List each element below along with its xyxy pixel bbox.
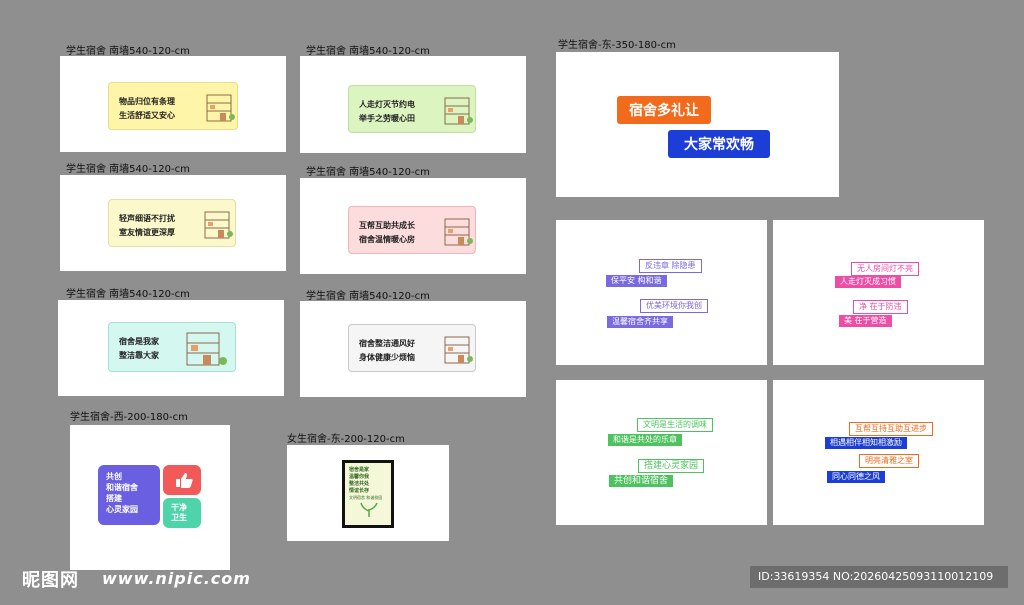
caption-girls-east: 女生宿舍-东-200-120-cm	[287, 434, 405, 445]
building-illustration-icon	[444, 336, 473, 364]
caption-south-wall-5: 学生宿舍 南墙540-120-cm	[66, 289, 190, 300]
poster-line: 整洁共处	[349, 481, 370, 487]
design-card-slogans-4[interactable]: 互帮互持互助互进步 相遇相伴相知相激励 明亮清雅之室 同心同德之风	[773, 380, 984, 525]
poster-line: 宿舍是家	[349, 467, 370, 473]
slogan-tag: 相遇相伴相知相激励	[825, 437, 907, 449]
slogan-tag: 共创和谐宿舍	[609, 475, 674, 487]
site-logo: 昵图网	[22, 570, 79, 591]
poster-line: 情谊长存	[349, 488, 370, 494]
slogan-bubble-1: 宿舍多礼让	[617, 96, 711, 124]
design-card-slogans-1[interactable]: 反违章 除隐患 保平安 构和谐 优美环境你我创 温馨宿舍齐共享	[556, 220, 767, 365]
sign-line-2: 身体健康少烦恼	[359, 353, 415, 362]
design-card-2[interactable]: 人走灯灭节约电 举手之劳暖心田	[300, 56, 526, 153]
slogan-tag: 明亮清雅之室	[859, 454, 919, 468]
slogan-tag: 净 在于防违	[853, 300, 908, 314]
caption-west-wall: 学生宿舍-西-200-180-cm	[70, 412, 188, 423]
slogan-tag: 无人房间灯不亮	[851, 262, 919, 276]
caption-south-wall-2: 学生宿舍 南墙540-120-cm	[306, 46, 430, 57]
slogan-tag: 人走灯灭成习惯	[835, 276, 901, 288]
design-card-1[interactable]: 物品归位有条理 生活舒适又安心	[60, 56, 286, 152]
sign-panel: 物品归位有条理 生活舒适又安心	[108, 82, 238, 130]
sign-line-1: 互帮互助共成长	[359, 221, 415, 230]
slogan-bubble-2: 大家常欢畅	[668, 130, 770, 158]
slogan-tag: 文明是生活的调味	[637, 418, 713, 432]
west-like-panel	[163, 465, 201, 495]
caption-south-wall-1: 学生宿舍 南墙540-120-cm	[66, 46, 190, 57]
sign-panel: 互帮互助共成长 宿舍温情暖心房	[348, 206, 476, 254]
slogan-tag: 保平安 构和谐	[606, 275, 667, 287]
building-illustration-icon	[444, 218, 473, 246]
slogan-tag: 互帮互持互助互进步	[849, 422, 933, 436]
poster-frame: 宿舍是家 温馨你我 整洁共处 情谊长存 文明宿舍 和谐校园	[342, 460, 394, 528]
sign-line-2: 举手之劳暖心田	[359, 114, 415, 123]
design-card-girls[interactable]: 宿舍是家 温馨你我 整洁共处 情谊长存 文明宿舍 和谐校园	[287, 445, 449, 541]
caption-south-wall-6: 学生宿舍 南墙540-120-cm	[306, 291, 430, 302]
sign-panel: 轻声细语不打扰 室友情谊更深厚	[108, 199, 236, 247]
slogan-tag: 优美环境你我创	[640, 299, 708, 313]
slogan-tag: 温馨宿舍齐共享	[607, 316, 673, 328]
sign-panel: 宿舍整洁通风好 身体健康少烦恼	[348, 324, 476, 372]
site-url-link[interactable]: www.nipic.com	[102, 569, 251, 588]
sign-line-2: 室友情谊更深厚	[119, 228, 175, 237]
design-card-6[interactable]: 宿舍整洁通风好 身体健康少烦恼	[300, 301, 526, 397]
west-main-panel: 共创 和谐宿舍 搭建 心灵家园	[98, 465, 160, 525]
caption-south-wall-4: 学生宿舍 南墙540-120-cm	[306, 167, 430, 178]
sign-line-2: 整洁靠大家	[119, 351, 159, 360]
design-card-4[interactable]: 互帮互助共成长 宿舍温情暖心房	[300, 178, 526, 274]
sign-panel: 人走灯灭节约电 举手之劳暖心田	[348, 85, 476, 133]
sign-line-1: 宿舍是我家	[119, 337, 159, 346]
building-illustration-icon	[206, 94, 235, 122]
building-illustration-icon	[186, 332, 227, 366]
design-card-3[interactable]: 轻声细语不打扰 室友情谊更深厚	[60, 175, 286, 271]
slogan-tag: 和谐是共处的乐章	[608, 434, 682, 446]
slogan-tag: 反违章 除隐患	[639, 259, 702, 273]
sign-line-2: 宿舍温情暖心房	[359, 235, 415, 244]
plant-icon	[360, 502, 378, 517]
sign-line-2: 生活舒适又安心	[119, 111, 175, 120]
building-illustration-icon	[204, 211, 233, 239]
thumbs-up-icon	[176, 473, 193, 488]
sign-line-1: 人走灯灭节约电	[359, 100, 415, 109]
design-card-slogans-2[interactable]: 无人房间灯不亮 人走灯灭成习惯 净 在于防违 美 在于营造	[773, 220, 984, 365]
sign-line-1: 物品归位有条理	[119, 97, 175, 106]
west-clean-panel: 干净 卫生	[163, 498, 201, 528]
sign-line-1: 轻声细语不打扰	[119, 214, 175, 223]
image-id-label: ID:33619354 NO:20260425093110012109	[750, 566, 1008, 588]
design-card-5[interactable]: 宿舍是我家整洁靠大家	[58, 300, 284, 396]
caption-east-wall: 学生宿舍-东-350-180-cm	[558, 40, 676, 51]
caption-south-wall-3: 学生宿舍 南墙540-120-cm	[66, 164, 190, 175]
design-card-slogans-3[interactable]: 文明是生活的调味 和谐是共处的乐章 搭建心灵家园 共创和谐宿舍	[556, 380, 767, 525]
design-card-east[interactable]: 宿舍多礼让 大家常欢畅	[556, 52, 839, 197]
poster-line: 温馨你我	[349, 474, 370, 480]
slogan-tag: 同心同德之风	[827, 471, 885, 483]
sign-line-1: 宿舍整洁通风好	[359, 339, 415, 348]
design-card-west[interactable]: 共创 和谐宿舍 搭建 心灵家园 干净 卫生	[70, 425, 230, 570]
building-illustration-icon	[444, 97, 473, 125]
slogan-tag: 搭建心灵家园	[638, 459, 705, 473]
sign-panel: 宿舍是我家整洁靠大家	[108, 322, 236, 372]
slogan-tag: 美 在于营造	[839, 315, 892, 327]
